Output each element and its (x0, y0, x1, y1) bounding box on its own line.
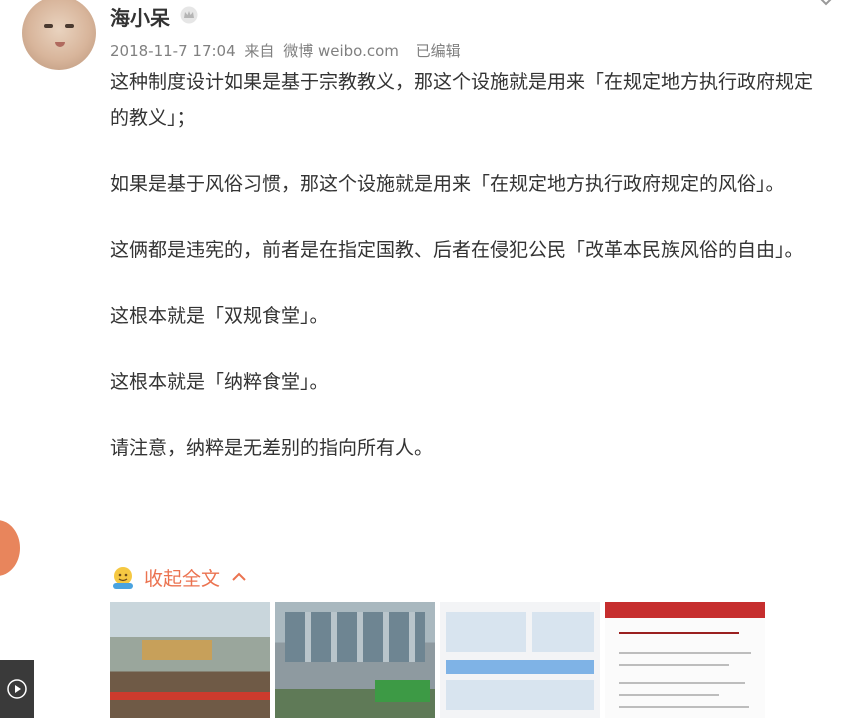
collapse-full-text-button[interactable]: 收起全文 (110, 562, 246, 592)
avatar-eye-right (65, 24, 74, 28)
side-float-button[interactable] (0, 520, 20, 576)
chevron-down-icon[interactable] (819, 0, 833, 6)
post-paragraph: 这俩都是违宪的，前者是在指定国教、后者在侵犯公民「改革本民族风俗的自由」。 (110, 239, 804, 261)
collapse-label: 收起全文 (144, 567, 221, 590)
post-source[interactable]: 微博 weibo.com (283, 42, 399, 60)
source-prefix: 来自 (244, 42, 275, 60)
thumbnail-sign (142, 640, 212, 660)
chevron-up-icon (232, 572, 246, 581)
post-meta: 2018-11-7 17:04 来自 微博 weibo.com 已编辑 (110, 40, 465, 61)
thumbnail-sign (375, 680, 430, 702)
screenshot-block (532, 612, 594, 652)
screenshot-block (446, 680, 594, 710)
play-button[interactable] (0, 660, 34, 718)
image-thumbnail[interactable] (605, 602, 765, 718)
post-paragraph: 请注意，纳粹是无差别的指向所有人。 (110, 437, 434, 459)
edited-badge: 已编辑 (415, 42, 461, 60)
image-thumbnail[interactable] (110, 602, 270, 718)
screenshot-block (446, 660, 594, 674)
document-header (605, 602, 765, 618)
screenshot-block (446, 612, 526, 652)
post-timestamp[interactable]: 2018-11-7 17:04 (110, 42, 236, 60)
post-paragraph: 如果是基于风俗习惯，那这个设施就是用来「在规定地方执行政府规定的风俗」。 (110, 173, 785, 195)
document-line (619, 694, 719, 696)
image-thumbnail[interactable] (275, 602, 435, 718)
image-thumbnail[interactable] (440, 602, 600, 718)
play-icon (7, 679, 27, 699)
emoji-icon (113, 567, 133, 589)
post-paragraph: 这种制度设计如果是基于宗教教义，那这个设施就是用来「在规定地方执行政府规定的教义… (110, 71, 814, 129)
post-content: 这种制度设计如果是基于宗教教义，那这个设施就是用来「在规定地方执行政府规定的教义… (110, 64, 830, 466)
post-paragraph: 这根本就是「纳粹食堂」。 (110, 371, 329, 393)
username[interactable]: 海小呆 (110, 2, 170, 31)
document-line (619, 706, 749, 708)
thumbnail-windows (285, 612, 425, 662)
crown-icon (180, 6, 198, 24)
document-line (619, 664, 729, 666)
document-line (619, 632, 739, 634)
avatar[interactable] (22, 0, 96, 70)
avatar-mouth (55, 42, 65, 47)
thumbnail-awning (110, 692, 270, 700)
post-paragraph: 这根本就是「双规食堂」。 (110, 305, 329, 327)
document-line (619, 652, 751, 654)
document-line (619, 682, 745, 684)
avatar-eye-left (44, 24, 53, 28)
